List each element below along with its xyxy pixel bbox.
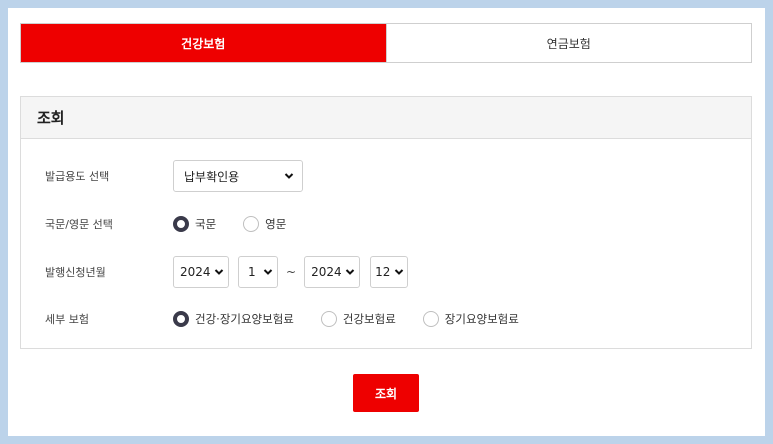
chevron-down-icon: [345, 269, 355, 275]
radio-health-ltc[interactable]: 건강·장기요양보험료: [173, 311, 294, 327]
purpose-label: 발급용도 선택: [45, 170, 110, 183]
radio-health-ltc-dot[interactable]: [173, 311, 189, 327]
to-year-value: 2024: [311, 265, 342, 279]
detail-label: 세부 보험: [45, 313, 89, 326]
radio-korean[interactable]: 국문: [173, 216, 216, 232]
radio-korean-label: 국문: [195, 217, 217, 231]
purpose-select[interactable]: 납부확인용: [173, 160, 303, 192]
from-month-value: 1: [248, 265, 256, 279]
radio-ltc-label: 장기요양보험료: [444, 312, 519, 326]
insurance-tabs: 건강보험 연금보험: [20, 23, 752, 63]
radio-english-dot[interactable]: [243, 216, 260, 232]
chevron-down-icon: [394, 269, 404, 275]
language-label: 국문/영문 선택: [45, 218, 113, 231]
radio-health-label: 건강보험료: [342, 312, 396, 326]
radio-health-dot[interactable]: [320, 311, 337, 327]
language-row: 국문/영문 선택 국문 영문: [21, 207, 751, 241]
to-month-select[interactable]: 12: [370, 256, 409, 288]
to-month-value: 12: [375, 265, 391, 279]
from-year-select[interactable]: 2024: [173, 256, 229, 288]
radio-ltc[interactable]: 장기요양보험료: [422, 311, 519, 327]
from-year-value: 2024: [180, 265, 211, 279]
radio-health[interactable]: 건강보험료: [320, 311, 396, 327]
period-label: 발행신청년월: [45, 266, 106, 279]
panel-title: 조회: [21, 97, 751, 139]
period-row: 발행신청년월 2024 1 ~ 2024 12: [21, 255, 751, 289]
radio-english-label: 영문: [265, 217, 287, 231]
chevron-down-icon: [214, 269, 224, 275]
search-panel: 조회 발급용도 선택 납부확인용 국문/영문 선택 국문 영문 발행신청년월 2…: [20, 96, 752, 349]
search-button[interactable]: 조회: [353, 374, 419, 412]
chevron-down-icon: [263, 269, 273, 275]
radio-ltc-dot[interactable]: [422, 311, 439, 327]
purpose-row: 발급용도 선택 납부확인용: [21, 159, 751, 193]
radio-health-ltc-label: 건강·장기요양보험료: [195, 312, 294, 326]
from-month-select[interactable]: 1: [238, 256, 278, 288]
tab-health-insurance[interactable]: 건강보험: [21, 24, 386, 62]
radio-english[interactable]: 영문: [243, 216, 286, 232]
to-year-select[interactable]: 2024: [304, 256, 361, 288]
chevron-down-icon: [284, 173, 294, 179]
radio-korean-dot[interactable]: [173, 216, 189, 232]
period-separator: ~: [286, 265, 297, 279]
purpose-select-value: 납부확인용: [184, 169, 240, 184]
detail-row: 세부 보험 건강·장기요양보험료 건강보험료 장기요양보험료: [21, 302, 751, 336]
tab-pension-insurance[interactable]: 연금보험: [385, 24, 751, 62]
